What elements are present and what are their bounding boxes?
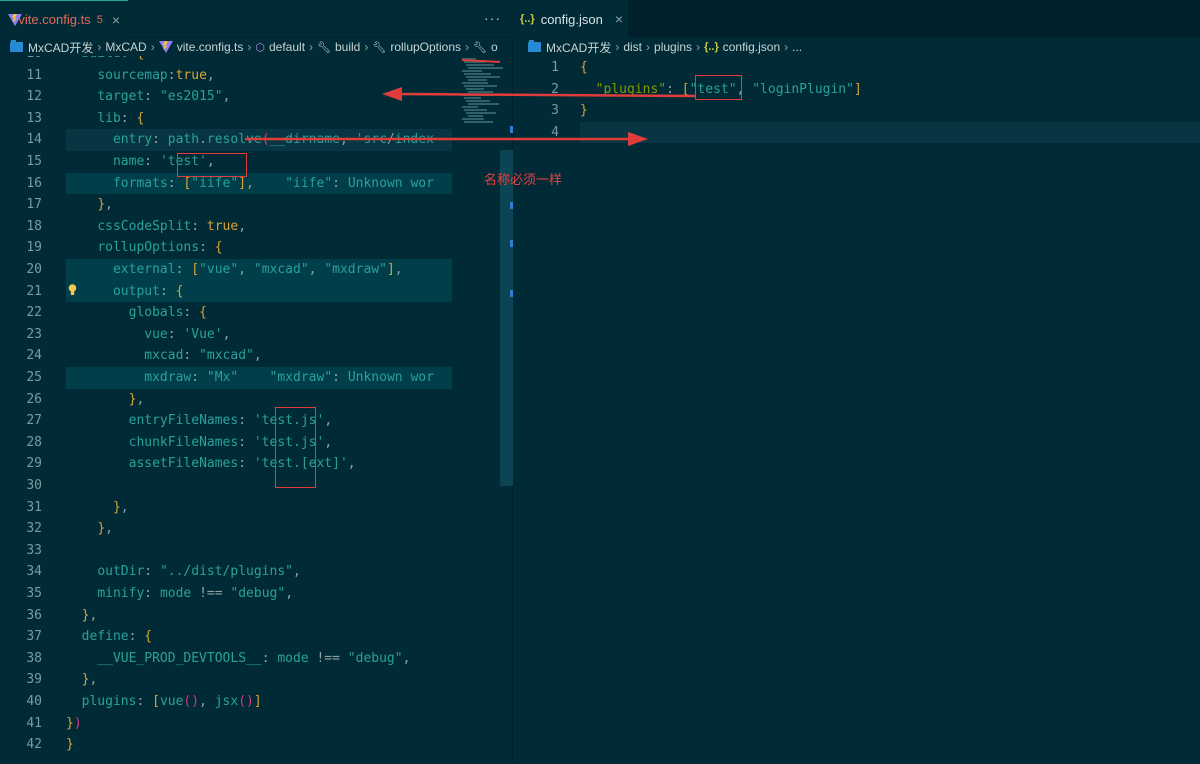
arrow-head xyxy=(382,87,402,101)
arrow-head xyxy=(628,132,648,146)
annotation-note: 名称必须一样 xyxy=(484,172,563,187)
annotation-arrows xyxy=(245,59,696,146)
